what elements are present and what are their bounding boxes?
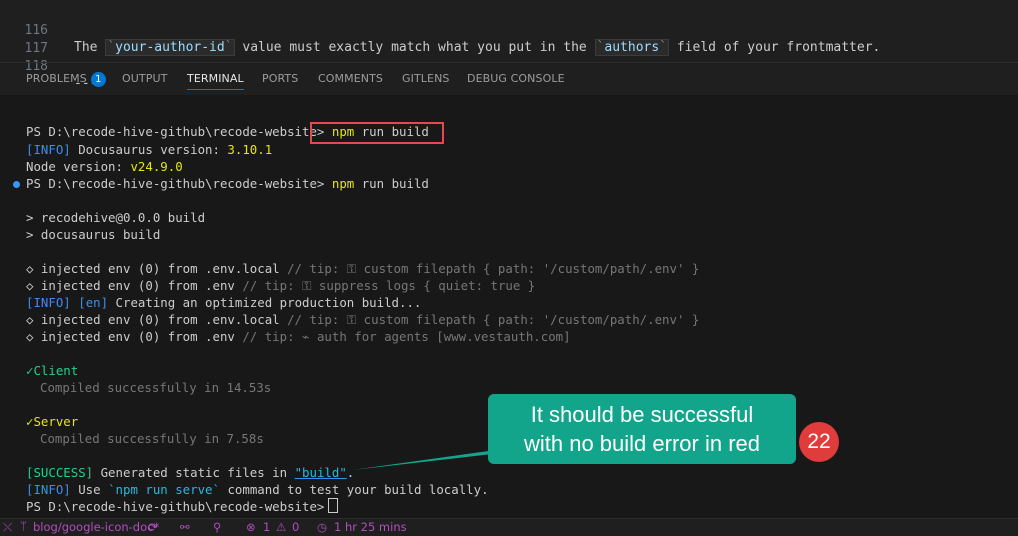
git-graph-icon[interactable]: ⚯ (180, 520, 190, 534)
time-tracked[interactable]: 1 hr 25 mins (334, 520, 407, 534)
remote-icon[interactable]: ⤬ (3, 520, 12, 535)
terminal-line: ◇ injected env (0) from .env // tip: ⚿ s… (26, 278, 536, 293)
terminal-line: > recodehive@0.0.0 build (26, 210, 206, 225)
terminal-line: [INFO] Docusaurus version: 3.10.1 (26, 142, 273, 157)
terminal-line[interactable]: PS D:\recode-hive-github\recode-website> (26, 498, 339, 515)
annotation-callout: It should be successful with no build er… (488, 394, 796, 464)
terminal-line: ◇ injected env (0) from .env.local // ti… (26, 312, 700, 327)
terminal-line: [SUCCESS] Generated static files in "bui… (26, 465, 355, 480)
tab-ports[interactable]: PORTS (262, 72, 298, 85)
terminal-line: ✓Client (26, 363, 79, 378)
tab-output[interactable]: OUTPUT (122, 72, 167, 85)
clock-icon[interactable]: ◷ (317, 520, 327, 534)
warning-count[interactable]: 0 (292, 520, 299, 534)
terminal-line: [INFO] Use `npm run serve` command to te… (26, 482, 489, 497)
step-number-badge: 22 (799, 422, 839, 462)
terminal-line: Compiled successfully in 14.53s (40, 380, 272, 395)
sync-icon[interactable]: ⟳ (148, 520, 158, 534)
panel-tab-bar: PROBLEMS 1 OUTPUT TERMINAL PORTS COMMENTS… (0, 63, 1018, 95)
tab-gitlens[interactable]: GITLENS (402, 72, 449, 85)
editor-line[interactable]: 118 --- (0, 41, 98, 91)
terminal-cursor (328, 498, 339, 513)
branch-icon: ᛘ (20, 519, 27, 533)
error-icon[interactable]: ⊗ (246, 520, 256, 534)
terminal-line: [INFO] [en] Creating an optimized produc… (26, 295, 422, 310)
problems-count-badge: 1 (90, 72, 106, 87)
editor-line[interactable]: 117 (0, 23, 48, 56)
live-share-icon[interactable]: ⚲ (213, 520, 221, 534)
tab-comments[interactable]: COMMENTS (318, 72, 383, 85)
tab-debug-console[interactable]: DEBUG CONSOLE (467, 72, 565, 85)
terminal-line: ◇ injected env (0) from .env.local // ti… (26, 261, 700, 276)
highlight-box (310, 122, 444, 144)
callout-line-2: with no build error in red (523, 431, 760, 456)
terminal-line: Compiled successfully in 7.58s (40, 431, 264, 446)
editor-area[interactable]: 116 The `your-author-id` value must exac… (0, 0, 1018, 91)
terminal-line: ✓Server (26, 414, 79, 429)
line-text: The `your-author-id` value must exactly … (74, 39, 881, 56)
build-dir-link[interactable]: "build" (295, 465, 347, 480)
callout-line-1: It should be successful (530, 402, 754, 427)
warning-icon[interactable]: ⚠ (276, 520, 286, 534)
error-count[interactable]: 1 (263, 520, 270, 534)
terminal-line: Node version: v24.9.0 (26, 159, 183, 174)
active-tab-indicator (187, 89, 244, 90)
tab-problems[interactable]: PROBLEMS 1 (26, 72, 106, 87)
terminal-line: > docusaurus build (26, 227, 161, 242)
terminal-line: PS D:\recode-hive-github\recode-website>… (26, 176, 429, 191)
terminal-line: ◇ injected env (0) from .env // tip: ⌁ a… (26, 329, 571, 344)
branch-name[interactable]: blog/google-icon-doc* (33, 520, 159, 534)
tab-terminal[interactable]: TERMINAL (187, 72, 244, 90)
status-bar: ⤬ ᛘ blog/google-icon-doc* ⟳ ⚯ ⚲ ⊗ 1 ⚠ 0 … (0, 518, 1018, 536)
command-decoration-icon[interactable] (13, 181, 20, 188)
editor-line[interactable]: 116 The `your-author-id` value must exac… (0, 5, 880, 56)
